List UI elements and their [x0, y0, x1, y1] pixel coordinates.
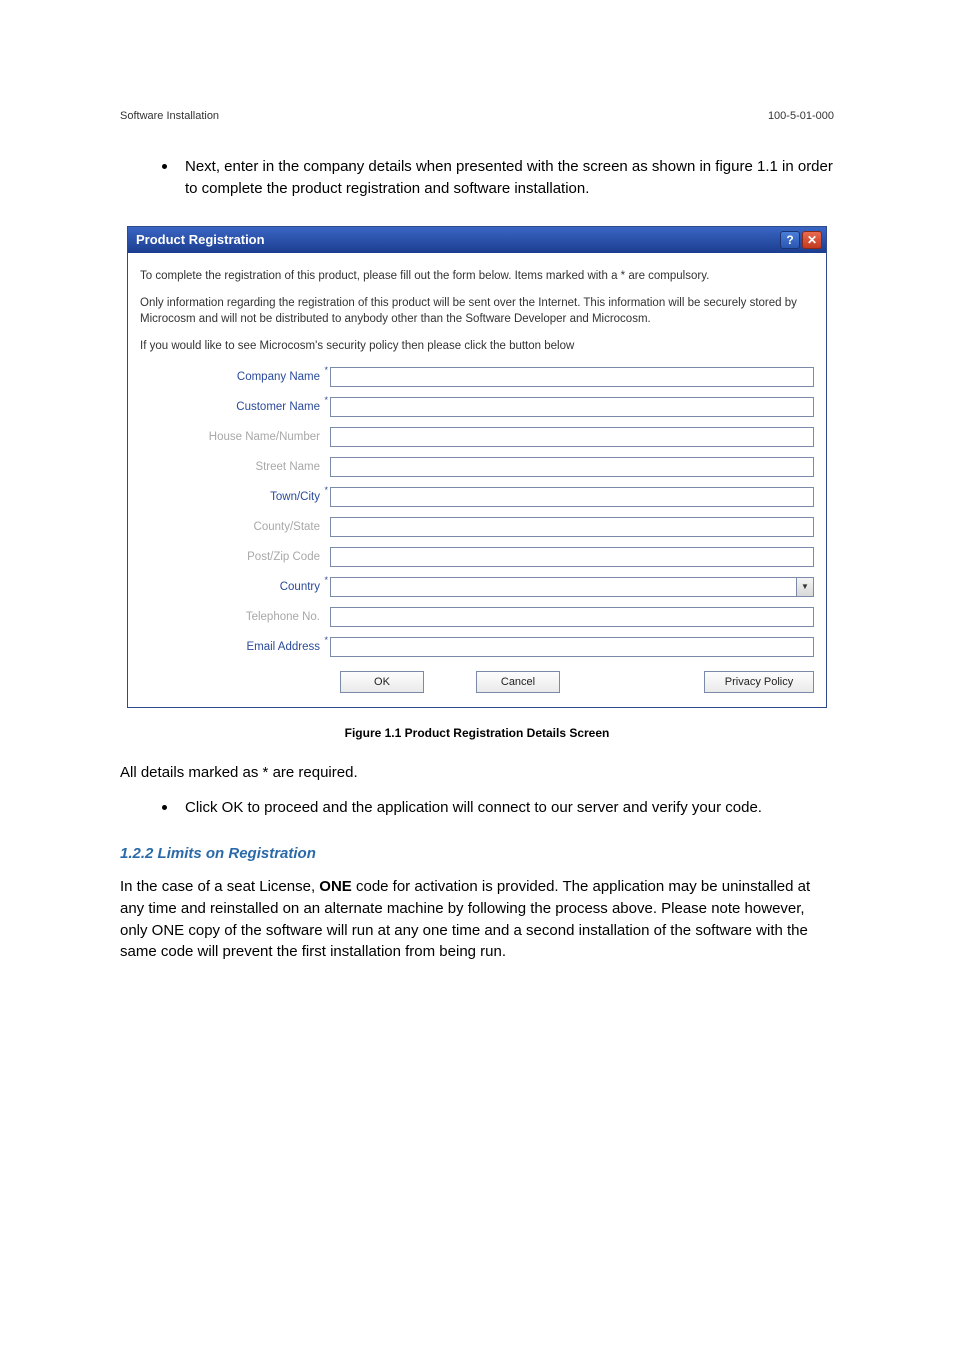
street-input[interactable] [330, 457, 814, 477]
titlebar-controls: ? ✕ [780, 231, 822, 249]
header-right: 100-5-01-000 [768, 110, 834, 122]
label-company: Company Name * [140, 371, 330, 383]
label-house: House Name/Number [140, 431, 330, 443]
label-town-text: Town/City [270, 491, 320, 503]
required-star: * [324, 575, 328, 585]
ok-bullet-block: Click OK to proceed and the application … [162, 797, 834, 819]
limits-paragraph: In the case of a seat License, ONE code … [120, 876, 834, 963]
label-customer: Customer Name * [140, 401, 330, 413]
label-company-text: Company Name [237, 371, 320, 383]
dialog-intro-2: Only information regarding the registrat… [140, 296, 814, 327]
cancel-button[interactable]: Cancel [476, 671, 560, 693]
row-country: Country * ▼ [140, 577, 814, 597]
postcode-input[interactable] [330, 547, 814, 567]
dialog-intro-3: If you would like to see Microcosm's sec… [140, 339, 814, 355]
label-postcode: Post/Zip Code [140, 551, 330, 563]
required-star: * [324, 485, 328, 495]
label-telephone: Telephone No. [140, 611, 330, 623]
figure-caption: Figure 1.1 Product Registration Details … [120, 726, 834, 740]
required-star: * [324, 365, 328, 375]
email-input[interactable] [330, 637, 814, 657]
intro-bullet-block: Next, enter in the company details when … [162, 156, 834, 200]
close-button[interactable]: ✕ [802, 231, 822, 249]
company-name-input[interactable] [330, 367, 814, 387]
row-street: Street Name [140, 457, 814, 477]
country-combo-value[interactable] [330, 577, 796, 597]
telephone-input[interactable] [330, 607, 814, 627]
row-postcode: Post/Zip Code [140, 547, 814, 567]
label-county: County/State [140, 521, 330, 533]
dialog-body: To complete the registration of this pro… [128, 253, 826, 707]
dialog-title: Product Registration [136, 232, 265, 247]
bullet-icon [162, 805, 167, 810]
house-input[interactable] [330, 427, 814, 447]
required-star: * [324, 635, 328, 645]
limits-text-pre: In the case of a seat License, [120, 878, 319, 895]
label-country: Country * [140, 581, 330, 593]
bullet-icon [162, 164, 167, 169]
page-header: Software Installation 100-5-01-000 [120, 110, 834, 122]
registration-form: Company Name * Customer Name * House Nam… [140, 367, 814, 693]
town-input[interactable] [330, 487, 814, 507]
help-button[interactable]: ? [780, 231, 800, 249]
limits-text-bold: ONE [319, 878, 352, 895]
required-note: All details marked as * are required. [120, 762, 834, 784]
label-email: Email Address * [140, 641, 330, 653]
country-combo[interactable]: ▼ [330, 577, 814, 597]
privacy-policy-button[interactable]: Privacy Policy [704, 671, 814, 693]
chevron-down-icon[interactable]: ▼ [796, 577, 814, 597]
label-town: Town/City * [140, 491, 330, 503]
label-country-text: Country [280, 581, 320, 593]
ok-bullet-text: Click OK to proceed and the application … [185, 797, 762, 819]
row-email: Email Address * [140, 637, 814, 657]
section-heading-limits: 1.2.2 Limits on Registration [120, 845, 834, 862]
dialog-intro-1: To complete the registration of this pro… [140, 269, 814, 285]
row-house: House Name/Number [140, 427, 814, 447]
row-customer: Customer Name * [140, 397, 814, 417]
customer-name-input[interactable] [330, 397, 814, 417]
county-input[interactable] [330, 517, 814, 537]
row-company: Company Name * [140, 367, 814, 387]
required-star: * [324, 395, 328, 405]
label-customer-text: Customer Name [236, 401, 320, 413]
label-street: Street Name [140, 461, 330, 473]
intro-bullet-text: Next, enter in the company details when … [185, 156, 834, 200]
label-email-text: Email Address [246, 641, 320, 653]
dialog-button-row: OK Cancel Privacy Policy [140, 671, 814, 693]
dialog-titlebar: Product Registration ? ✕ [128, 227, 826, 253]
ok-button[interactable]: OK [340, 671, 424, 693]
row-county: County/State [140, 517, 814, 537]
header-left: Software Installation [120, 110, 219, 122]
row-town: Town/City * [140, 487, 814, 507]
product-registration-dialog: Product Registration ? ✕ To complete the… [127, 226, 827, 708]
row-telephone: Telephone No. [140, 607, 814, 627]
